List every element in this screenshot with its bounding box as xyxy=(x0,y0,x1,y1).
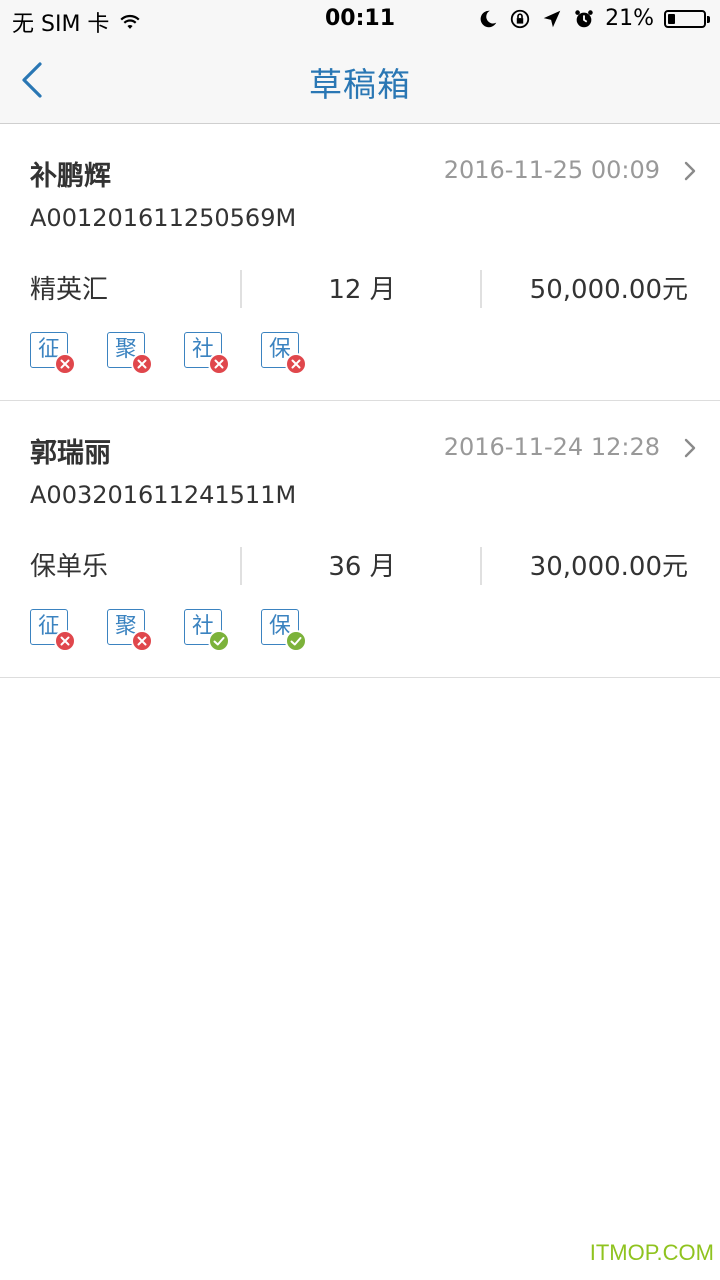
verification-tag: 征 xyxy=(30,609,76,652)
check-icon xyxy=(208,630,230,652)
customer-name: 郭瑞丽 xyxy=(30,438,111,469)
status-bar: 无 SIM 卡 00:11 21% xyxy=(0,0,720,40)
divider xyxy=(480,547,482,585)
application-code: A001201611250569M xyxy=(30,204,297,232)
loan-term: 12 月 xyxy=(328,275,396,305)
customer-name: 补鹏辉 xyxy=(30,161,111,192)
loan-amount: 30,000.00元 xyxy=(529,552,688,582)
cross-icon xyxy=(285,353,307,375)
verification-tag: 聚 xyxy=(107,332,153,375)
draft-item[interactable]: 补鹏辉 2016-11-25 00:09 A001201611250569M 精… xyxy=(0,124,720,401)
product-name: 保单乐 xyxy=(30,552,109,582)
loan-summary: 精英汇 12 月 50,000.00元 xyxy=(0,270,720,310)
verification-tag: 保 xyxy=(261,332,307,375)
page-title: 草稿箱 xyxy=(309,65,411,104)
cross-icon xyxy=(131,630,153,652)
verification-tag: 征 xyxy=(30,332,76,375)
application-code: A003201611241511M xyxy=(30,481,297,509)
loan-term: 36 月 xyxy=(328,552,396,582)
cross-icon xyxy=(54,630,76,652)
loan-amount: 50,000.00元 xyxy=(529,275,688,305)
drafts-list: 补鹏辉 2016-11-25 00:09 A001201611250569M 精… xyxy=(0,124,720,678)
verification-tag: 社 xyxy=(184,332,230,375)
divider xyxy=(480,270,482,308)
cross-icon xyxy=(131,353,153,375)
draft-item[interactable]: 郭瑞丽 2016-11-24 12:28 A003201611241511M 保… xyxy=(0,401,720,678)
nav-bar: 草稿箱 xyxy=(0,40,720,124)
watermark: ITMOP.COM xyxy=(589,1240,714,1265)
battery-percent: 21% xyxy=(605,6,654,31)
alarm-icon xyxy=(575,9,593,27)
chevron-right-icon xyxy=(684,161,696,181)
battery-icon xyxy=(664,9,710,28)
verification-tag: 保 xyxy=(261,609,307,652)
draft-date: 2016-11-24 12:28 xyxy=(443,433,660,461)
chevron-right-icon xyxy=(684,438,696,458)
verification-tag: 社 xyxy=(184,609,230,652)
moon-icon xyxy=(480,10,497,27)
rotation-lock-icon xyxy=(510,9,530,28)
cross-icon xyxy=(54,353,76,375)
draft-date: 2016-11-25 00:09 xyxy=(443,156,660,184)
check-icon xyxy=(285,630,307,652)
cross-icon xyxy=(208,353,230,375)
location-icon xyxy=(543,10,561,27)
product-name: 精英汇 xyxy=(30,275,109,305)
verification-tag: 聚 xyxy=(107,609,153,652)
loan-summary: 保单乐 36 月 30,000.00元 xyxy=(0,547,720,587)
